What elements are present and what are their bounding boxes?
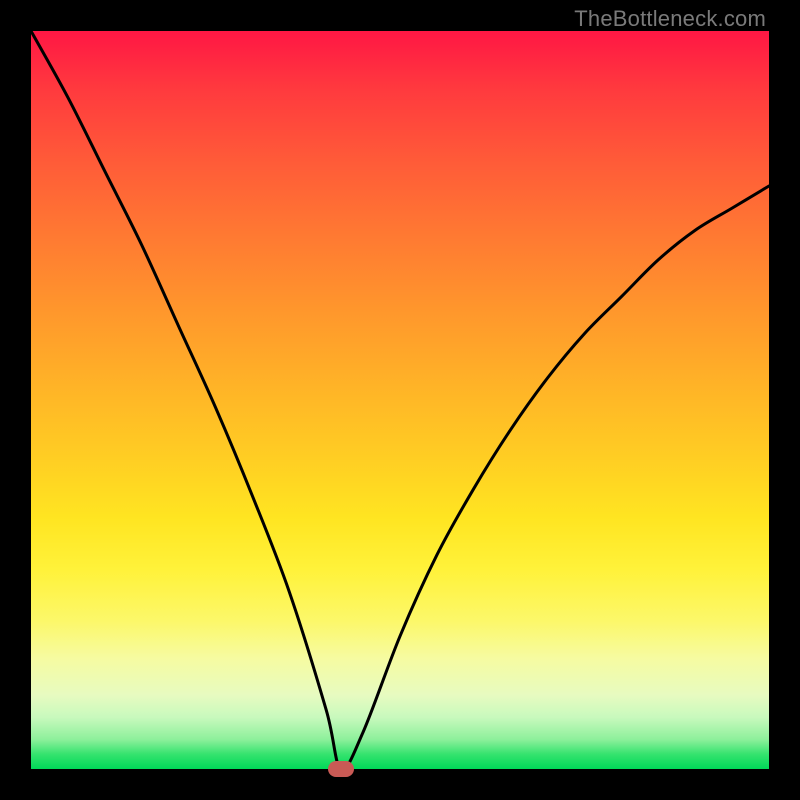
plot-area <box>31 31 769 769</box>
watermark-text: TheBottleneck.com <box>574 6 766 32</box>
minimum-marker <box>328 761 354 777</box>
chart-frame: TheBottleneck.com <box>0 0 800 800</box>
bottleneck-curve <box>31 31 769 769</box>
